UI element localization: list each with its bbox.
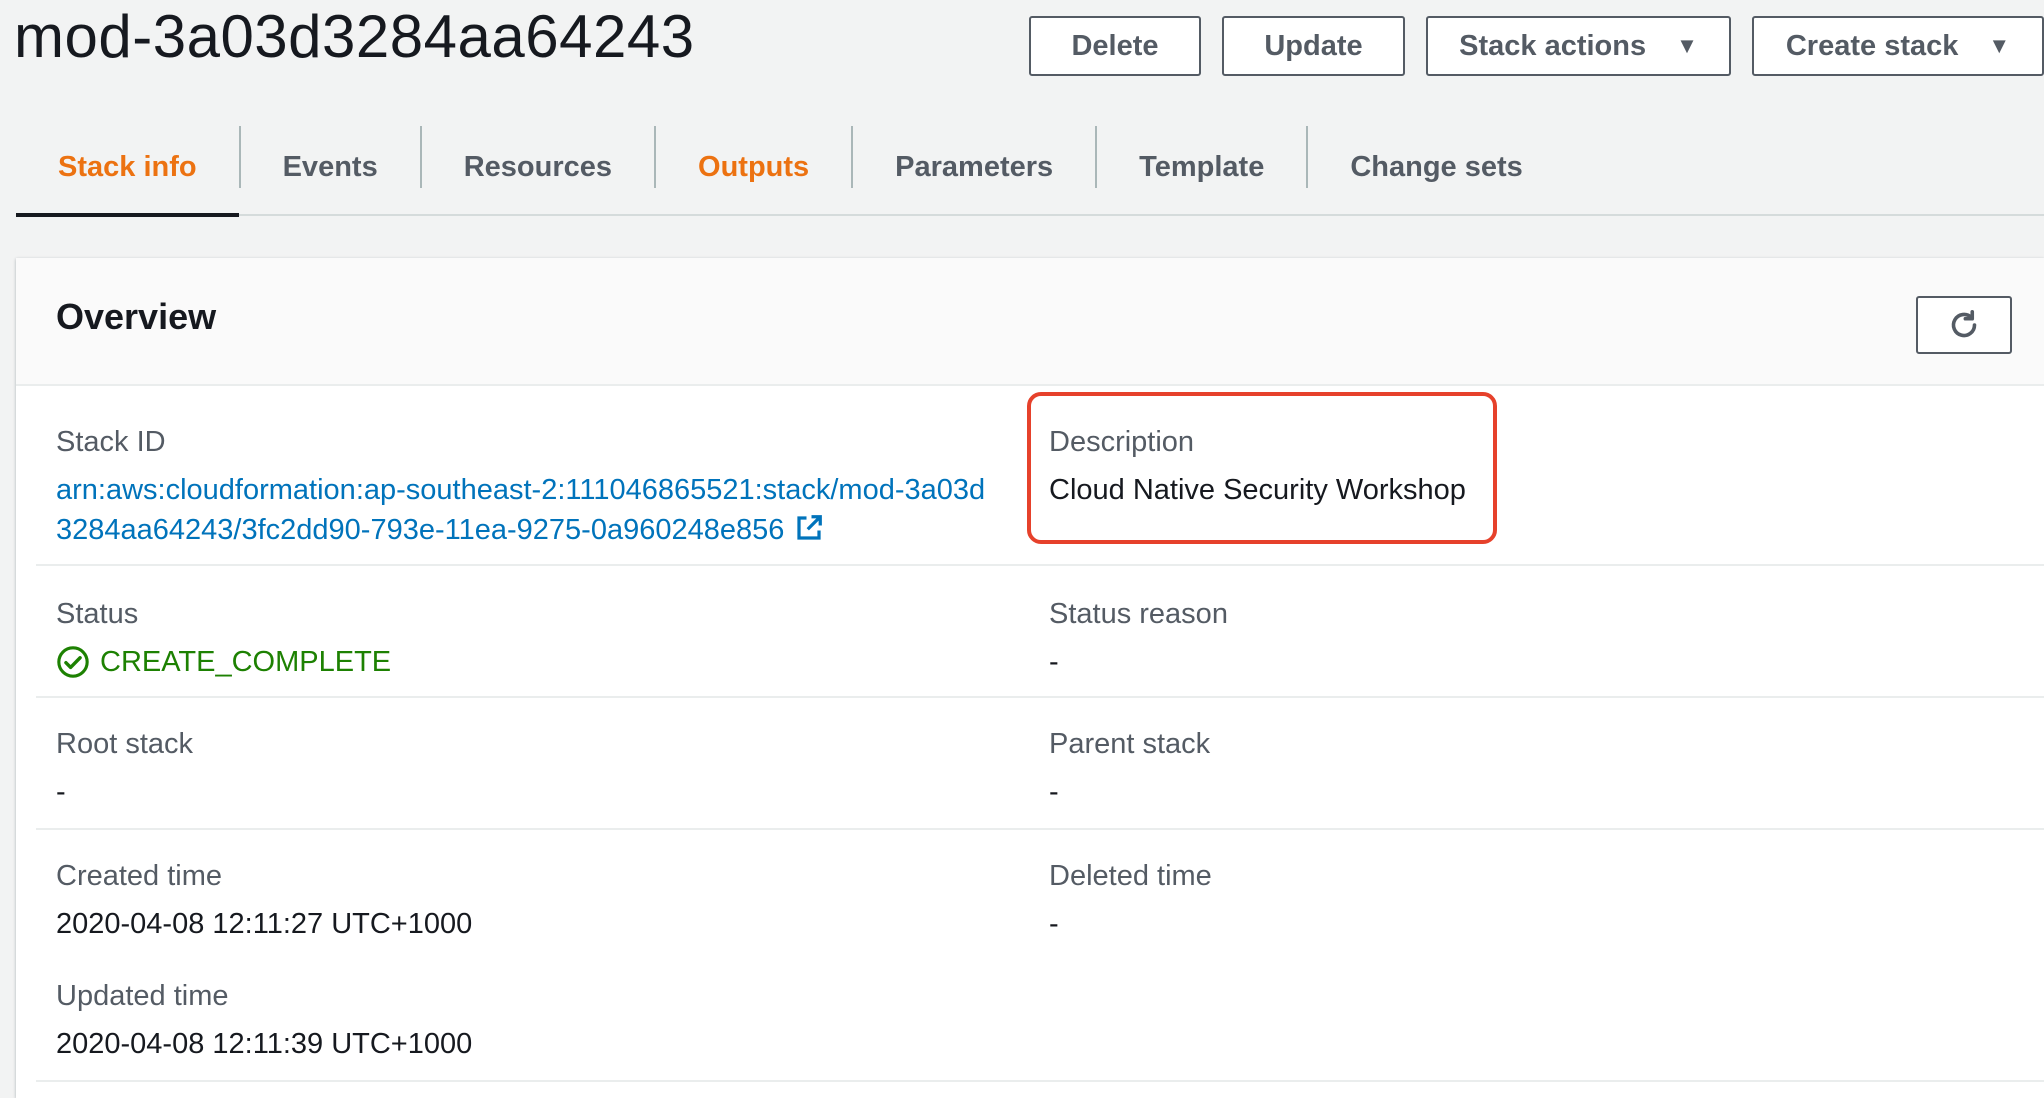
tab-label: Template: [1139, 150, 1265, 183]
root-stack-value: -: [56, 776, 66, 808]
create-stack-dropdown[interactable]: Create stack ▼: [1752, 16, 2044, 76]
status-reason-value: -: [1049, 646, 1059, 678]
status-indicator: CREATE_COMPLETE: [56, 642, 996, 682]
stack-id-value: arn:aws:cloudformation:ap-southeast-2:11…: [56, 474, 986, 546]
stack-name-title: mod-3a03d3284aa64243: [14, 3, 695, 70]
header-actions: Delete Update Stack actions ▼ Create sta…: [1029, 16, 2044, 76]
update-button[interactable]: Update: [1222, 16, 1405, 76]
overview-row-stacks: Root stack - Parent stack -: [36, 698, 2044, 830]
tab-stack-info[interactable]: Stack info: [16, 120, 239, 217]
overview-header: Overview: [16, 258, 2044, 386]
parent-stack-label: Parent stack: [1049, 728, 1211, 760]
root-stack-label: Root stack: [56, 728, 193, 760]
updated-time-label: Updated time: [56, 980, 229, 1012]
tab-label: Resources: [463, 150, 613, 183]
cloudformation-stack-page: mod-3a03d3284aa64243 Delete Update Stack…: [0, 0, 2044, 1098]
refresh-button[interactable]: [1916, 296, 2012, 354]
tab-resources[interactable]: Resources: [422, 120, 654, 214]
deleted-time-value: -: [1049, 908, 1059, 940]
update-button-label: Update: [1264, 29, 1363, 62]
deleted-time-field: Deleted time -: [1049, 858, 2044, 944]
root-stack-field: Root stack -: [56, 726, 996, 812]
updated-time-field: Updated time 2020-04-08 12:11:39 UTC+100…: [56, 978, 996, 1064]
stack-id-label: Stack ID: [56, 426, 166, 458]
updated-time-value: 2020-04-08 12:11:39 UTC+1000: [56, 1028, 473, 1060]
parent-stack-field: Parent stack -: [1049, 726, 2044, 812]
created-time-label: Created time: [56, 860, 223, 892]
deleted-time-label: Deleted time: [1049, 860, 1212, 892]
tab-parameters[interactable]: Parameters: [853, 120, 1095, 214]
description-field: Description Cloud Native Security Worksh…: [1049, 424, 2044, 510]
caret-down-icon: ▼: [1988, 33, 2011, 58]
stack-id-link[interactable]: arn:aws:cloudformation:ap-southeast-2:11…: [56, 470, 996, 550]
external-link-icon: [797, 515, 823, 540]
tab-template[interactable]: Template: [1097, 120, 1306, 214]
parent-stack-value: -: [1049, 776, 1059, 808]
tab-label: Change sets: [1350, 150, 1523, 183]
status-reason-label: Status reason: [1049, 598, 1228, 630]
tab-outputs[interactable]: Outputs: [656, 120, 851, 214]
tab-change-sets[interactable]: Change sets: [1308, 120, 1564, 214]
created-time-value: 2020-04-08 12:11:27 UTC+1000: [56, 908, 473, 940]
refresh-icon: [1951, 310, 1977, 338]
tab-label: Stack info: [58, 150, 197, 183]
overview-title: Overview: [56, 296, 217, 337]
caret-down-icon: ▼: [1676, 33, 1698, 58]
overview-row-id: Stack ID arn:aws:cloudformation:ap-south…: [36, 386, 2044, 566]
overview-row-status: Status CREATE_COMPLETE Status reason -: [36, 566, 2044, 698]
status-value: CREATE_COMPLETE: [100, 646, 392, 678]
status-field: Status CREATE_COMPLETE: [56, 596, 996, 682]
check-circle-icon: [57, 646, 89, 678]
stack-tabs: Stack info Events Resources Outputs Para…: [16, 120, 2044, 217]
status-label: Status: [56, 598, 139, 630]
stack-id-field: Stack ID arn:aws:cloudformation:ap-south…: [56, 424, 996, 550]
create-stack-label: Create stack: [1785, 29, 1959, 62]
created-time-field: Created time 2020-04-08 12:11:27 UTC+100…: [56, 858, 996, 944]
description-value: Cloud Native Security Workshop: [1049, 474, 1466, 506]
tab-label: Outputs: [698, 150, 810, 183]
tab-label: Parameters: [895, 150, 1054, 183]
overview-row-times: Created time 2020-04-08 12:11:27 UTC+100…: [36, 830, 2044, 1082]
stack-actions-dropdown[interactable]: Stack actions ▼: [1426, 16, 1731, 76]
status-reason-field: Status reason -: [1049, 596, 2044, 682]
delete-button-label: Delete: [1071, 29, 1159, 62]
description-label: Description: [1049, 426, 1195, 458]
delete-button[interactable]: Delete: [1029, 16, 1201, 76]
tab-events[interactable]: Events: [241, 120, 420, 214]
overview-panel: Overview Stack ID arn:aws:cloudformation…: [16, 258, 2044, 1098]
stack-actions-label: Stack actions: [1459, 29, 1647, 62]
tab-label: Events: [282, 150, 378, 183]
